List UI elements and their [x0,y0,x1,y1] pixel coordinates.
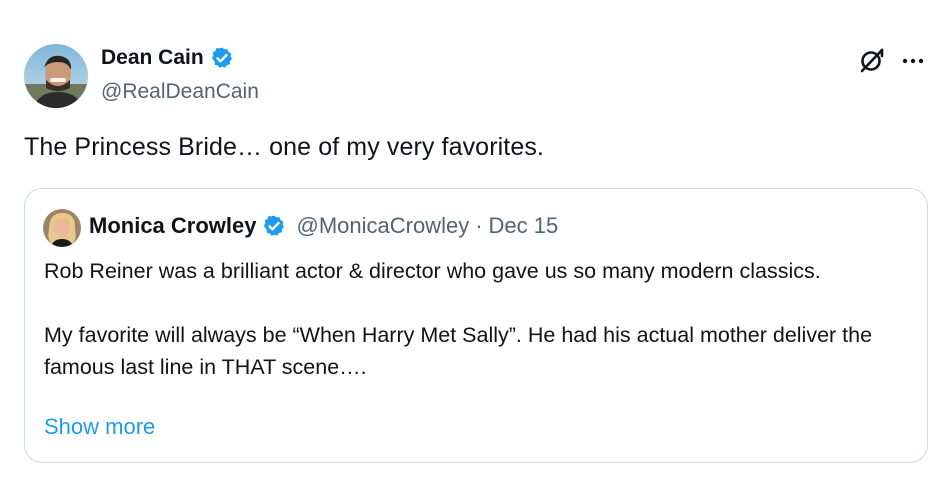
quoted-post-paragraph: My favorite will always be “When Harry M… [44,323,873,379]
verified-badge-icon[interactable] [262,214,286,238]
quoted-post-card[interactable]: Monica Crowley @MonicaCrowley · Dec 15 R… [24,188,928,463]
quoted-author-row: Monica Crowley @MonicaCrowley · Dec 15 [89,213,558,239]
author-avatar[interactable] [24,44,88,108]
quoted-author-handle[interactable]: @MonicaCrowley [296,213,469,239]
quoted-author-avatar[interactable] [43,209,81,247]
quoted-post-date[interactable]: Dec 15 [489,213,559,239]
quoted-author-name[interactable]: Monica Crowley [89,213,256,239]
quoted-post-paragraph: Rob Reiner was a brilliant actor & direc… [44,259,821,283]
grok-icon[interactable] [858,46,886,74]
show-more-link[interactable]: Show more [44,414,155,440]
more-dots-icon[interactable] [900,48,926,74]
quoted-post-body: Rob Reiner was a brilliant actor & direc… [44,255,904,383]
author-handle[interactable]: @RealDeanCain [101,80,259,104]
verified-badge-icon[interactable] [210,46,234,70]
dot-separator: · [475,213,483,238]
author-display-name[interactable]: Dean Cain [101,46,204,70]
post-text: The Princess Bride… one of my very favor… [24,133,544,161]
author-name-row: Dean Cain [101,46,234,70]
